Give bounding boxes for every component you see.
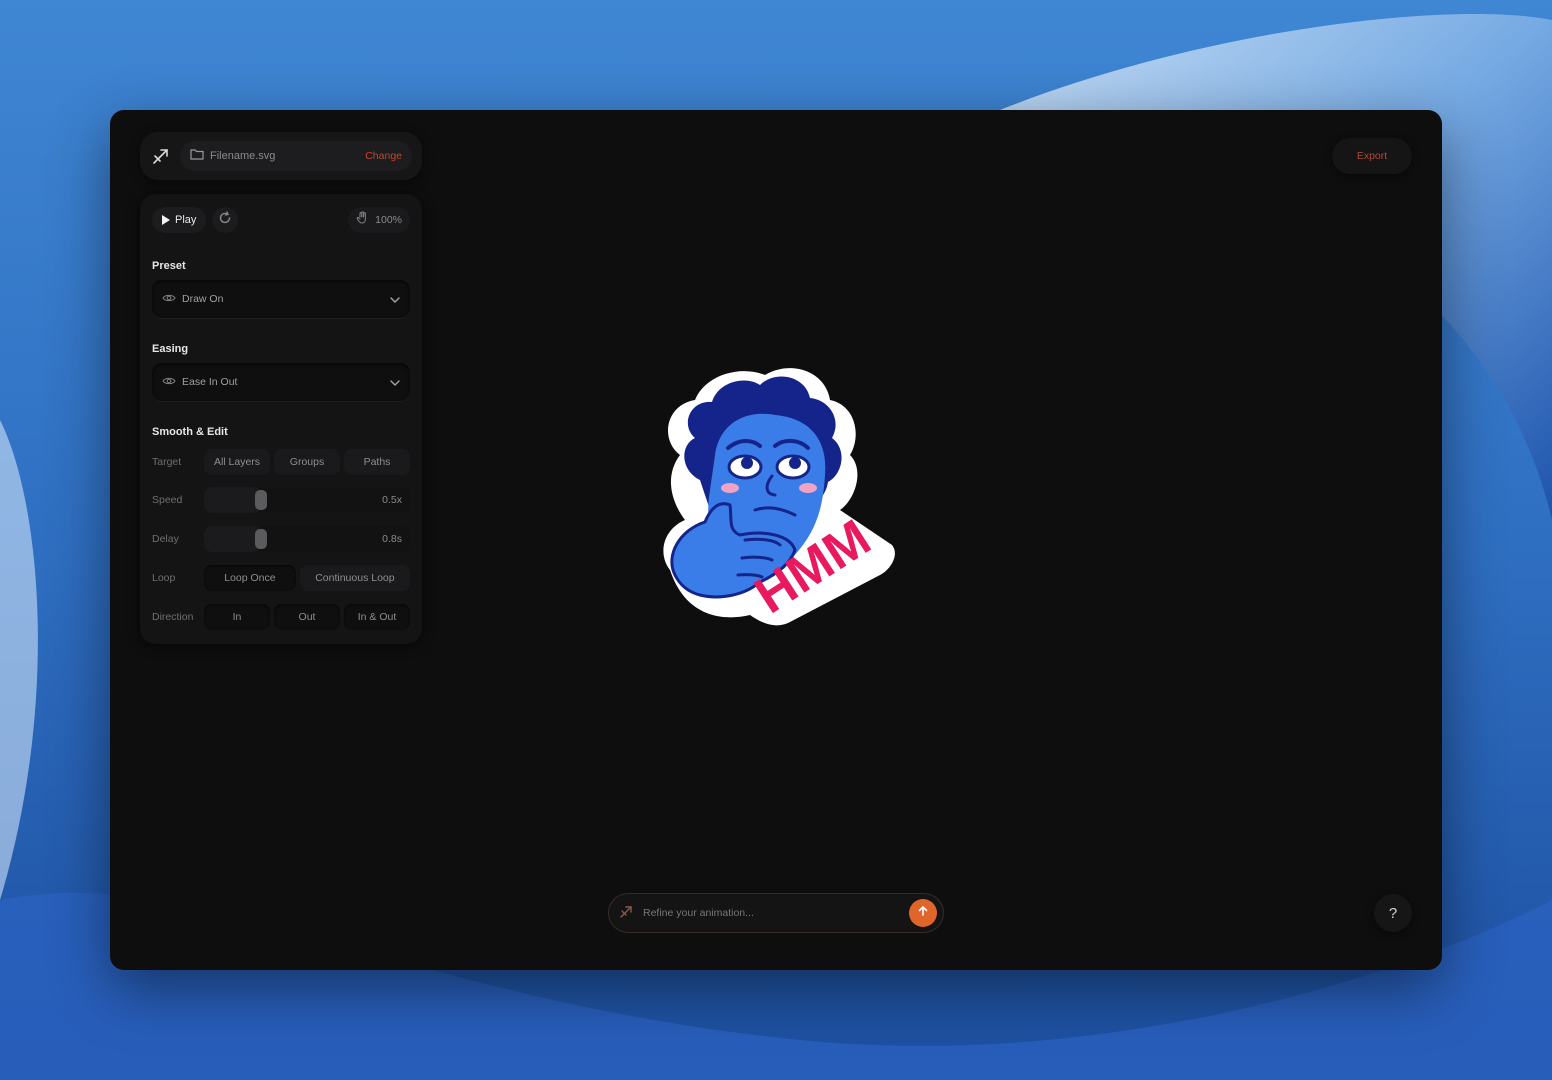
loop-label: Loop (152, 572, 176, 584)
playback-row: Play 100% (152, 206, 410, 234)
speed-value: 0.5x (382, 494, 402, 506)
help-button[interactable]: ? (1374, 894, 1412, 932)
target-row: Target All Layers Groups Paths (152, 448, 410, 476)
speed-slider[interactable]: 0.5x (204, 487, 410, 513)
hand-icon (356, 211, 369, 229)
hmm-sticker-preview: HMM (650, 360, 900, 630)
change-file-link[interactable]: Change (365, 150, 402, 162)
delay-slider-handle[interactable] (255, 529, 267, 549)
speed-slider-handle[interactable] (255, 490, 267, 510)
eye-icon (162, 373, 176, 391)
speed-label: Speed (152, 494, 183, 506)
continuous-loop-option[interactable]: Continuous Loop (299, 565, 410, 591)
preset-select[interactable]: Draw On (152, 280, 410, 318)
logo-arrow-icon[interactable] (150, 145, 172, 167)
send-button[interactable] (909, 899, 937, 927)
loop-once-option[interactable]: Loop Once (204, 565, 296, 591)
refresh-icon (218, 210, 232, 230)
delay-slider[interactable]: 0.8s (204, 526, 410, 552)
easing-label: Easing (152, 343, 189, 355)
loop-segmented-control: Loop Once Continuous Loop (204, 565, 410, 591)
chevron-down-icon (390, 373, 400, 391)
direction-row: Direction In Out In & Out (152, 603, 410, 631)
refine-prompt-bar (608, 893, 944, 933)
target-segmented-control: All Layers Groups Paths (204, 449, 410, 475)
export-button[interactable]: Export (1332, 138, 1412, 174)
refine-prompt-input[interactable] (643, 907, 901, 919)
file-bar: Filename.svg Change (140, 132, 422, 180)
direction-in-option[interactable]: In (204, 604, 270, 630)
direction-out-option[interactable]: Out (274, 604, 340, 630)
delay-slider-fill (204, 526, 261, 552)
file-selector[interactable]: Filename.svg Change (180, 141, 412, 171)
target-groups[interactable]: Groups (274, 449, 340, 475)
eye-icon (162, 290, 176, 308)
arrow-up-icon (917, 904, 929, 922)
delay-value: 0.8s (382, 533, 402, 545)
sparkle-arrow-icon (619, 903, 635, 924)
animation-control-panel: Play 100% Preset Draw On Easing Ease In … (140, 194, 422, 644)
folder-icon (190, 147, 204, 165)
play-label: Play (175, 214, 197, 226)
preset-label: Preset (152, 260, 186, 272)
target-all-layers[interactable]: All Layers (204, 449, 270, 475)
play-icon (162, 215, 170, 225)
delay-row: Delay 0.8s (152, 525, 410, 553)
play-button[interactable]: Play (152, 207, 207, 233)
replay-button[interactable] (212, 207, 239, 233)
chevron-down-icon (390, 290, 400, 308)
loop-row: Loop Loop Once Continuous Loop (152, 564, 410, 592)
speed-row: Speed 0.5x (152, 486, 410, 514)
preset-value: Draw On (182, 293, 224, 305)
zoom-value: 100% (375, 214, 402, 226)
delay-label: Delay (152, 533, 179, 545)
zoom-control[interactable]: 100% (348, 207, 410, 233)
direction-segmented-control: In Out In & Out (204, 604, 410, 630)
speed-slider-fill (204, 487, 261, 513)
direction-label: Direction (152, 611, 194, 623)
easing-select[interactable]: Ease In Out (152, 363, 410, 401)
smooth-edit-label: Smooth & Edit (152, 426, 228, 438)
direction-in-out-option[interactable]: In & Out (344, 604, 410, 630)
file-name: Filename.svg (210, 150, 276, 162)
target-label: Target (152, 456, 182, 468)
target-paths[interactable]: Paths (344, 449, 410, 475)
app-window: Filename.svg Change Export Play 100% Pre… (110, 110, 1442, 970)
easing-value: Ease In Out (182, 376, 238, 388)
